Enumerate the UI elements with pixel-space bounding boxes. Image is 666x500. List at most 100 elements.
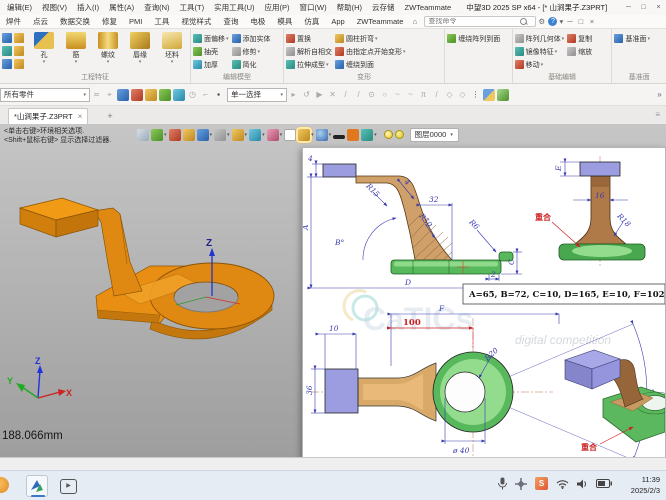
overflow-icon[interactable]: » xyxy=(653,90,666,99)
menu-insert[interactable]: 插入(I) xyxy=(72,2,104,13)
bulb-icon[interactable] xyxy=(383,130,393,139)
folder-green-icon[interactable] xyxy=(159,88,171,101)
tab-zwteammate[interactable]: ZWTeammate xyxy=(351,17,410,26)
button-copy[interactable]: 复制 xyxy=(567,32,592,45)
button-hole[interactable]: 孔 ▾ xyxy=(28,30,60,65)
button-wrap-to-face[interactable]: 缠绕到面 xyxy=(334,58,406,71)
tab-inquire[interactable]: 查询 xyxy=(217,16,244,27)
tab-repair[interactable]: 修复 xyxy=(96,16,123,27)
menu-inquire[interactable]: 查询(N) xyxy=(139,2,174,13)
tab-weldment[interactable]: 焊件 xyxy=(0,16,27,27)
stop-icon[interactable]: ▪ xyxy=(212,90,225,99)
line-icon[interactable]: / xyxy=(339,90,352,99)
button-add-solid[interactable]: 添加实体 xyxy=(231,32,271,45)
close-icon[interactable]: × xyxy=(651,4,666,11)
circle-center-icon[interactable]: ⊙ xyxy=(365,90,378,99)
tab-visualstyle[interactable]: 视觉样式 xyxy=(175,16,217,27)
document-tab[interactable]: *山涧果子.Z3PRT × xyxy=(8,108,89,124)
restore-icon[interactable]: □ xyxy=(636,4,651,11)
line2-icon[interactable]: / xyxy=(352,90,365,99)
face-icon[interactable]: π xyxy=(417,90,430,99)
part-filter-combo[interactable]: 所有零件 ▾ xyxy=(0,87,90,102)
button-cylinder-bend[interactable]: 圆柱折弯 ▾ xyxy=(334,32,406,45)
move-tool-icon[interactable] xyxy=(515,477,527,490)
button-replace[interactable]: 置换 xyxy=(285,32,332,45)
tab-electrode[interactable]: 电极 xyxy=(244,16,271,27)
new-tab-button[interactable]: + xyxy=(104,110,116,122)
image-icon[interactable] xyxy=(249,128,262,141)
home-icon[interactable]: ⌂ xyxy=(409,17,420,26)
button-simplify[interactable]: 简化 xyxy=(231,58,271,71)
button-resolve-selfintersection[interactable]: 解析自相交 xyxy=(285,45,332,58)
edge-icon[interactable]: / xyxy=(430,90,443,99)
model-3d-canvas[interactable]: Z Z X Y xyxy=(0,154,300,454)
menu-window[interactable]: 窗口(W) xyxy=(295,2,332,13)
doc-minimize-icon[interactable]: ─ xyxy=(564,17,575,26)
button-thread[interactable]: 螺纹 ▾ xyxy=(92,30,124,65)
spline-icon[interactable]: ~ xyxy=(404,90,417,99)
minimize-icon[interactable]: ─ xyxy=(621,4,636,11)
menu-cloud[interactable]: 云存储 xyxy=(367,2,400,13)
line-style-icon[interactable] xyxy=(333,134,346,139)
history-clock-icon[interactable] xyxy=(214,128,227,141)
search-input[interactable] xyxy=(428,18,521,25)
button-face-offset[interactable]: 面偏移 ▾ xyxy=(193,32,229,45)
shaded-cube-icon[interactable] xyxy=(182,128,195,141)
cut-icon[interactable]: ✕ xyxy=(326,90,339,99)
play-icon[interactable]: ▶ xyxy=(313,90,326,99)
command-search[interactable] xyxy=(424,16,537,27)
exit-icon[interactable] xyxy=(137,128,149,141)
microphone-icon[interactable] xyxy=(498,477,507,490)
flag-blue-icon[interactable] xyxy=(117,88,129,101)
sync-app-icon[interactable]: S xyxy=(535,477,548,490)
menu-edit[interactable]: 编辑(E) xyxy=(2,2,37,13)
volume-icon[interactable] xyxy=(577,479,588,489)
sketch-pen-icon[interactable] xyxy=(168,128,181,141)
button-datum-plane[interactable]: 基准面 ▾ xyxy=(614,32,650,45)
button-move[interactable]: 移动 ▾ xyxy=(514,58,565,71)
tab-pointcloud[interactable]: 点云 xyxy=(27,16,54,27)
selection-mode-combo[interactable]: 单一选择 ▾ xyxy=(227,87,287,102)
button-stock[interactable]: 坯料 ▾ xyxy=(156,30,188,65)
frame-icon[interactable] xyxy=(284,128,297,141)
button-stretch-forming[interactable]: 拉伸成型 ▾ xyxy=(285,58,332,71)
doc-close-icon[interactable]: × xyxy=(586,17,597,26)
tab-mold[interactable]: 模具 xyxy=(271,16,298,27)
help-icon[interactable]: ? xyxy=(548,17,558,26)
copy-view-icon[interactable] xyxy=(231,128,244,141)
package-icon[interactable] xyxy=(173,88,185,101)
list-icon[interactable]: ≖ xyxy=(90,90,103,99)
collapse-handle-icon[interactable]: ≡ xyxy=(655,110,660,119)
folder-gold-icon[interactable] xyxy=(145,88,157,101)
menu-view[interactable]: 视图(V) xyxy=(37,2,72,13)
button-deform-from-point[interactable]: 由指定点开始变形 ▾ xyxy=(334,45,406,58)
solid-cube-icon[interactable] xyxy=(483,88,495,101)
button-shell[interactable]: 抽壳 xyxy=(193,45,229,58)
taskbar-widget-icon[interactable] xyxy=(0,477,9,493)
layer-color-icon[interactable] xyxy=(394,130,404,139)
flag-red-icon[interactable] xyxy=(131,88,143,101)
pick-arrow-icon[interactable]: ▸ xyxy=(287,90,300,99)
wifi-icon[interactable] xyxy=(556,479,569,489)
button-trim[interactable]: 修剪 ▾ xyxy=(231,45,271,58)
surface-swoosh-icon[interactable] xyxy=(497,88,509,101)
tab-close-icon[interactable]: × xyxy=(78,112,83,121)
menu-help[interactable]: 帮助(H) xyxy=(332,2,367,13)
face-color-icon[interactable] xyxy=(347,128,360,141)
menu-tools[interactable]: 工具(T) xyxy=(175,2,210,13)
tab-simulation[interactable]: 仿真 xyxy=(298,16,325,27)
doc-restore-icon[interactable]: □ xyxy=(575,17,586,26)
tab-dataexchange[interactable]: 数据交换 xyxy=(54,16,96,27)
globe-icon[interactable] xyxy=(315,128,328,141)
layer-combo[interactable]: 图层0000 ▾ xyxy=(409,127,459,142)
menu-application[interactable]: 应用(P) xyxy=(260,2,295,13)
taskbar-clock[interactable]: 11:39 2025/2/3 xyxy=(631,474,660,496)
view-cube-icon[interactable] xyxy=(196,128,209,141)
button-thicken[interactable]: 加厚 xyxy=(193,58,229,71)
button-wrap-pattern-to-face[interactable]: 缠绕阵列到面 xyxy=(447,32,500,45)
drawing-panel[interactable]: CaTICs digital competition 4 B° R15 4 32… xyxy=(301,147,666,464)
button-lip[interactable]: 唇缘 ▾ xyxy=(124,30,156,65)
taskbar-media-icon[interactable]: ▶ xyxy=(60,479,77,494)
menu-zwteammate[interactable]: ZWTeammate xyxy=(400,3,457,12)
tree-icon[interactable] xyxy=(361,128,374,141)
